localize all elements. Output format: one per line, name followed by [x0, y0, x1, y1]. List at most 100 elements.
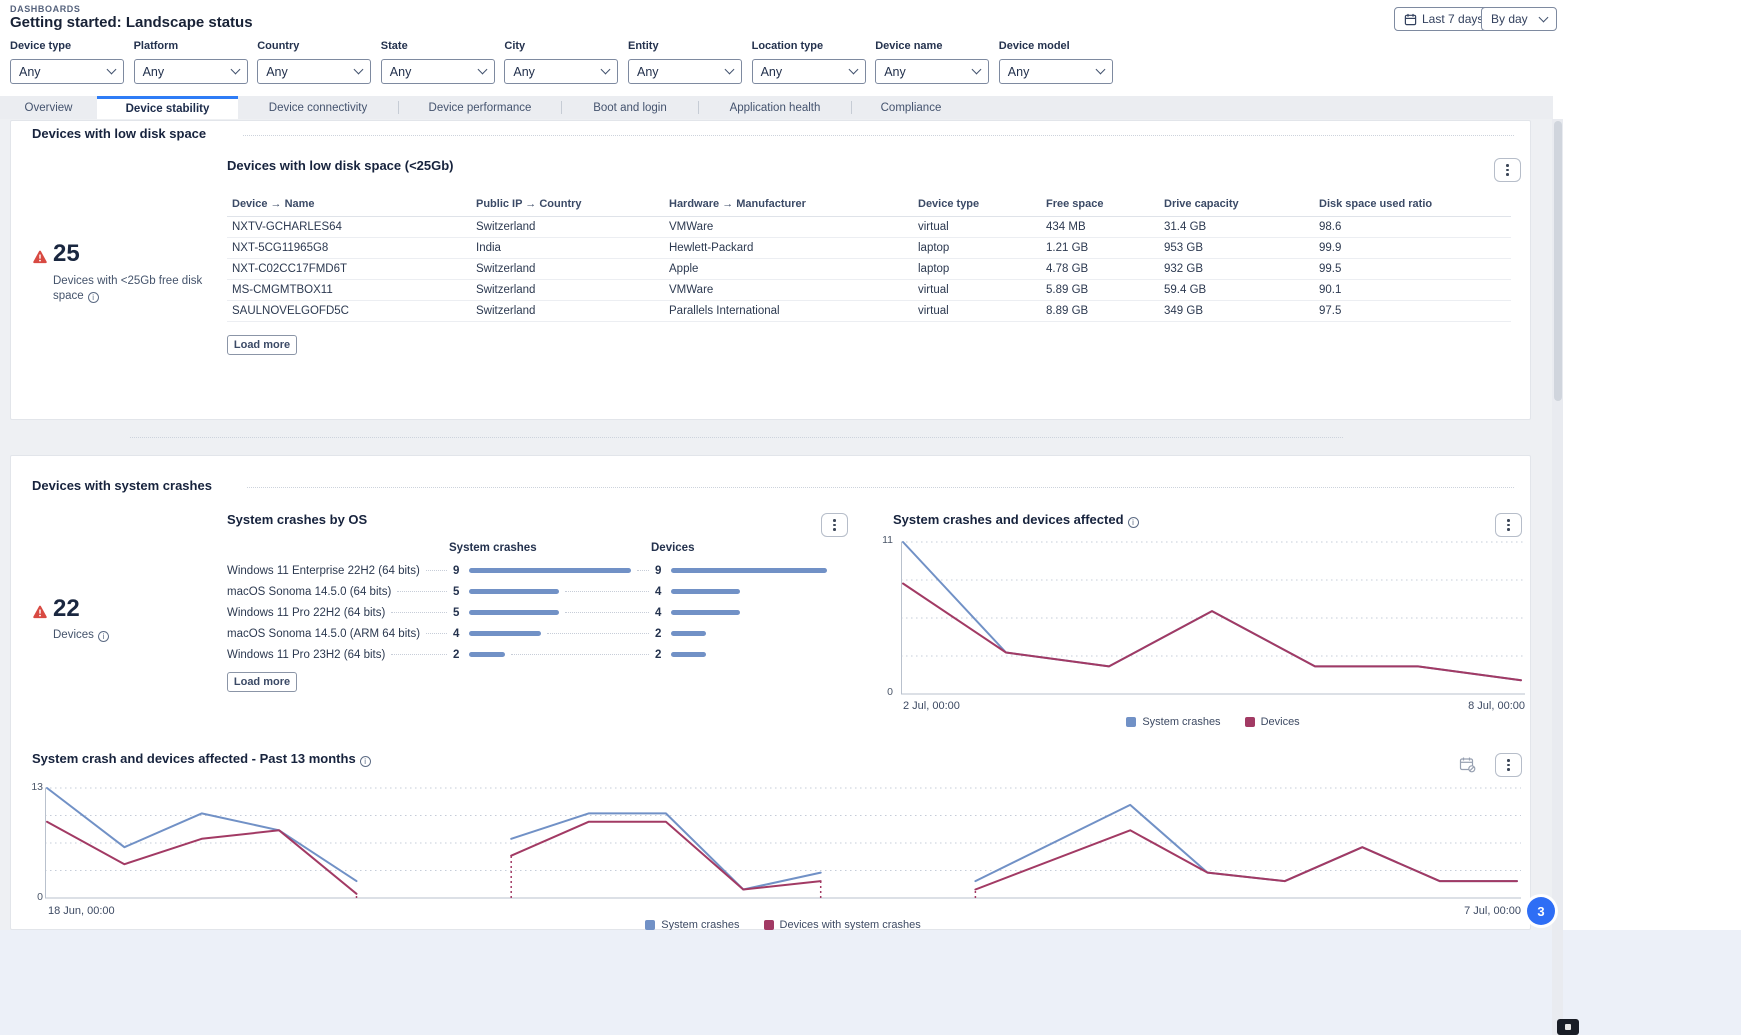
- table-cell: Switzerland: [471, 284, 664, 296]
- tab-application-health[interactable]: Application health: [699, 96, 851, 119]
- os-name: macOS Sonoma 14.5.0 (ARM 64 bits): [227, 628, 420, 640]
- table-cell: 1.21 GB: [1041, 242, 1159, 254]
- filter-select-device-name[interactable]: Any: [875, 59, 989, 84]
- corner-widget-icon[interactable]: [1557, 1019, 1579, 1035]
- page-title: Getting started: Landscape status: [10, 14, 253, 31]
- low-disk-table: Device → NamePublic IP → CountryHardware…: [227, 191, 1511, 322]
- tab-device-connectivity[interactable]: Device connectivity: [238, 96, 398, 119]
- table-cell: India: [471, 242, 664, 254]
- os-col-crashes: System crashes: [449, 542, 537, 554]
- device-bar: [671, 652, 706, 657]
- filter-select-entity[interactable]: Any: [628, 59, 742, 84]
- table-cell: virtual: [913, 284, 1041, 296]
- table-row[interactable]: MS-CMGMTBOX11SwitzerlandVMWarevirtual5.8…: [227, 280, 1511, 301]
- crash-bar: [469, 631, 541, 636]
- crash-bar: [469, 568, 631, 573]
- load-more-button[interactable]: Load more: [227, 672, 297, 692]
- filter-label: Country: [257, 40, 371, 56]
- info-icon[interactable]: [98, 631, 109, 642]
- time-range-label: Last 7 days: [1422, 12, 1483, 26]
- info-icon[interactable]: [88, 292, 99, 303]
- tab-device-stability[interactable]: Device stability: [97, 96, 238, 119]
- os-row: macOS Sonoma 14.5.0 (64 bits) 5 4: [227, 581, 847, 602]
- filter-select-city[interactable]: Any: [504, 59, 618, 84]
- granularity-label: By day: [1491, 12, 1528, 26]
- filter-select-location-type[interactable]: Any: [752, 59, 866, 84]
- scrollbar[interactable]: [1552, 119, 1563, 1035]
- table-cell: 90.1: [1314, 284, 1511, 296]
- kpi-crash-devices-count: 22: [53, 596, 80, 622]
- chevron-down-icon: [230, 65, 240, 75]
- table-cell: virtual: [913, 305, 1041, 317]
- tab-overview[interactable]: Overview: [0, 96, 97, 119]
- os-row: macOS Sonoma 14.5.0 (ARM 64 bits) 4 2: [227, 623, 847, 644]
- filter-label: Location type: [752, 40, 866, 56]
- column-header-disk-space-used-ratio[interactable]: Disk space used ratio: [1314, 198, 1511, 210]
- time-range-button[interactable]: Last 7 days: [1394, 7, 1493, 31]
- scrollbar-thumb[interactable]: [1554, 121, 1562, 401]
- dotted-leader: [565, 612, 649, 613]
- os-card-title: System crashes by OS: [227, 512, 367, 527]
- dotted-leader: [426, 570, 447, 571]
- column-header-drive-capacity[interactable]: Drive capacity: [1159, 198, 1314, 210]
- tab-compliance[interactable]: Compliance: [852, 96, 970, 119]
- chevron-down-icon: [601, 65, 611, 75]
- section-title-low-disk: Devices with low disk space: [32, 126, 206, 141]
- chevron-down-icon: [972, 65, 982, 75]
- filter-label: Device name: [875, 40, 989, 56]
- column-header-device-name[interactable]: Device → Name: [227, 198, 471, 210]
- y-axis-max-label: 13: [19, 781, 43, 793]
- chevron-down-icon: [848, 65, 858, 75]
- table-row[interactable]: NXT-5CG11965G8IndiaHewlett-Packardlaptop…: [227, 238, 1511, 259]
- filter-country: Country Any: [257, 40, 371, 84]
- table-cell: Switzerland: [471, 305, 664, 317]
- table-row[interactable]: NXTV-GCHARLES64SwitzerlandVMWarevirtual4…: [227, 217, 1511, 238]
- crash-bar: [469, 652, 505, 657]
- filter-select-country[interactable]: Any: [257, 59, 371, 84]
- chart-legend: System crashesDevices: [901, 716, 1525, 728]
- y-axis-min-label: 0: [19, 891, 43, 903]
- crash-count: 5: [453, 607, 469, 619]
- filter-value: Any: [1008, 65, 1030, 79]
- calendar-icon: [1404, 13, 1417, 26]
- filter-select-device-model[interactable]: Any: [999, 59, 1113, 84]
- table-cell: VMWare: [664, 284, 913, 296]
- past13-line-chart: [45, 785, 1521, 901]
- chevron-down-icon: [1539, 12, 1549, 22]
- kebab-menu-icon[interactable]: [1495, 753, 1522, 777]
- kebab-menu-icon[interactable]: [821, 513, 848, 537]
- tab-device-performance[interactable]: Device performance: [399, 96, 561, 119]
- table-cell: 97.5: [1314, 305, 1511, 317]
- granularity-select[interactable]: By day: [1481, 7, 1557, 31]
- filter-select-device-type[interactable]: Any: [10, 59, 124, 84]
- column-header-public-ip-country[interactable]: Public IP → Country: [471, 198, 664, 210]
- notification-badge[interactable]: 3: [1527, 897, 1555, 925]
- x-axis-start-label: 2 Jul, 00:00: [903, 700, 960, 712]
- table-cell: 98.6: [1314, 221, 1511, 233]
- column-header-free-space[interactable]: Free space: [1041, 198, 1159, 210]
- tab-boot-and-login[interactable]: Boot and login: [562, 96, 698, 119]
- table-row[interactable]: NXT-C02CC17FMD6TSwitzerlandApplelaptop4.…: [227, 259, 1511, 280]
- calendar-off-icon[interactable]: [1459, 756, 1476, 773]
- load-more-button[interactable]: Load more: [227, 335, 297, 355]
- device-bar: [671, 610, 740, 615]
- os-name: Windows 11 Enterprise 22H2 (64 bits): [227, 565, 420, 577]
- filter-select-platform[interactable]: Any: [134, 59, 248, 84]
- table-cell: SAULNOVELGOFD5C: [227, 305, 471, 317]
- kebab-menu-icon[interactable]: [1495, 513, 1522, 537]
- chevron-down-icon: [725, 65, 735, 75]
- filter-value: Any: [143, 65, 165, 79]
- legend-item: System crashes: [1126, 716, 1220, 728]
- info-icon[interactable]: [1128, 517, 1139, 528]
- filter-select-state[interactable]: Any: [381, 59, 495, 84]
- table-row[interactable]: SAULNOVELGOFD5CSwitzerlandParallels Inte…: [227, 301, 1511, 322]
- device-bar: [671, 631, 706, 636]
- table-cell: 99.5: [1314, 263, 1511, 275]
- info-icon[interactable]: [360, 756, 371, 767]
- column-header-hardware-manufacturer[interactable]: Hardware → Manufacturer: [664, 198, 913, 210]
- filter-value: Any: [266, 65, 288, 79]
- device-count: 9: [655, 565, 671, 577]
- kebab-menu-icon[interactable]: [1494, 158, 1521, 182]
- column-header-device-type[interactable]: Device type: [913, 198, 1041, 210]
- table-cell: 31.4 GB: [1159, 221, 1314, 233]
